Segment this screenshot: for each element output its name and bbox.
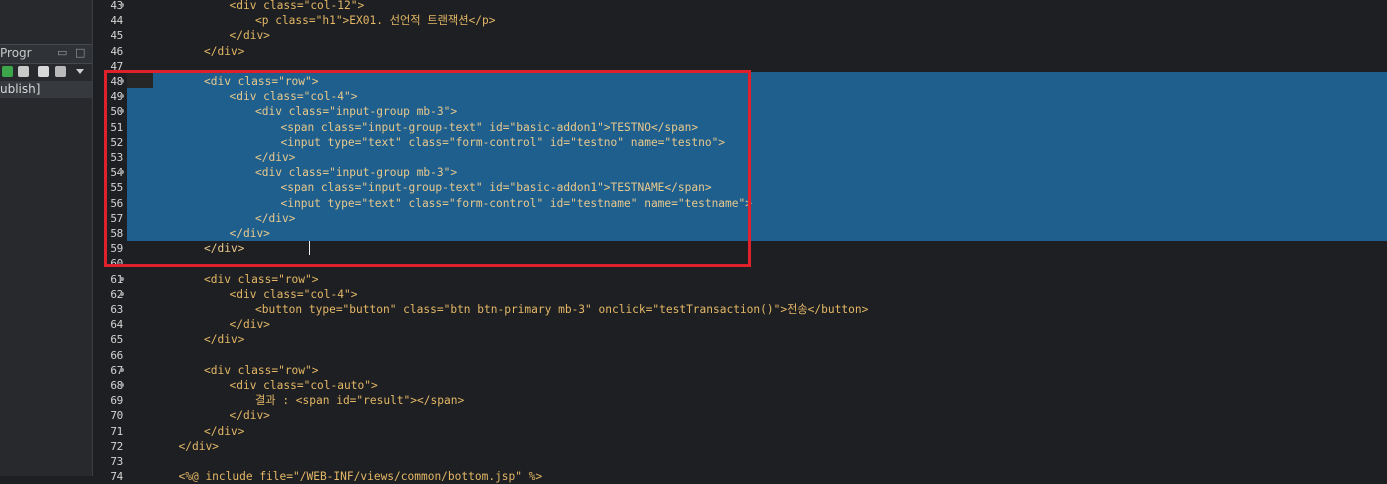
line-number: 68 (110, 379, 123, 392)
code-line[interactable]: <button type="button" class="btn btn-pri… (255, 302, 868, 317)
code-line[interactable]: </div> (230, 408, 270, 423)
line-number: 43 (110, 0, 123, 12)
progress-tab-title[interactable]: Progr (0, 46, 32, 60)
highlight-box (104, 70, 751, 267)
fold-toggle-icon[interactable] (120, 276, 124, 281)
line-number: 65 (110, 333, 123, 347)
view-menu-icon[interactable] (76, 69, 84, 74)
code-line[interactable]: </div> (204, 424, 244, 439)
run-icon[interactable] (2, 66, 13, 77)
line-number: 73 (110, 455, 123, 468)
code-line[interactable]: <div class="row"> (204, 272, 319, 287)
code-line[interactable]: <p class="h1">EX01. 선언적 트랜잭션</p> (255, 13, 495, 28)
side-toolbar (0, 64, 92, 80)
server-item[interactable]: ublish] (0, 81, 92, 98)
code-line[interactable]: </div> (204, 332, 244, 347)
fold-toggle-icon[interactable] (120, 383, 124, 387)
code-line[interactable]: <%@ include file="/WEB-INF/views/common/… (179, 469, 543, 484)
line-number: 61 (110, 272, 123, 286)
code-line[interactable]: <div class="col-12"> (230, 0, 365, 13)
line-number: 74 (110, 470, 123, 484)
code-line[interactable]: </div> (179, 439, 219, 454)
progress-view-tab[interactable]: Progr ▭ □ (0, 44, 92, 64)
maximize-icon[interactable]: □ (75, 46, 85, 59)
line-number: 46 (110, 44, 123, 58)
code-line[interactable]: </div> (204, 44, 244, 59)
line-number: 44 (110, 14, 123, 28)
code-line[interactable]: 결과 : <span id="result"></span> (255, 393, 464, 408)
fold-toggle-icon[interactable] (120, 291, 124, 296)
code-line[interactable]: </div> (230, 317, 270, 332)
fold-toggle-icon[interactable] (120, 367, 124, 372)
stop-icon[interactable] (38, 66, 49, 77)
side-panel: Progr ▭ □ ublish] (0, 0, 93, 476)
line-number: 70 (110, 409, 123, 423)
line-number: 66 (110, 348, 123, 362)
fold-toggle-icon[interactable] (120, 3, 124, 7)
code-line[interactable]: <div class="row"> (204, 363, 319, 378)
line-number: 72 (110, 439, 123, 453)
line-number: 64 (110, 318, 123, 332)
publish-icon[interactable] (18, 66, 29, 77)
line-number: 67 (110, 363, 123, 377)
minimize-icon[interactable]: ▭ (57, 46, 67, 59)
line-number: 45 (110, 29, 123, 43)
code-line[interactable]: </div> (230, 28, 270, 43)
line-number: 69 (110, 394, 123, 408)
code-line[interactable]: <div class="col-4"> (230, 287, 358, 302)
line-number: 63 (110, 303, 123, 316)
line-number: 62 (110, 287, 123, 301)
line-number: 71 (110, 424, 123, 438)
code-line[interactable]: <div class="col-auto"> (230, 378, 378, 393)
disconnect-icon[interactable] (55, 66, 66, 77)
